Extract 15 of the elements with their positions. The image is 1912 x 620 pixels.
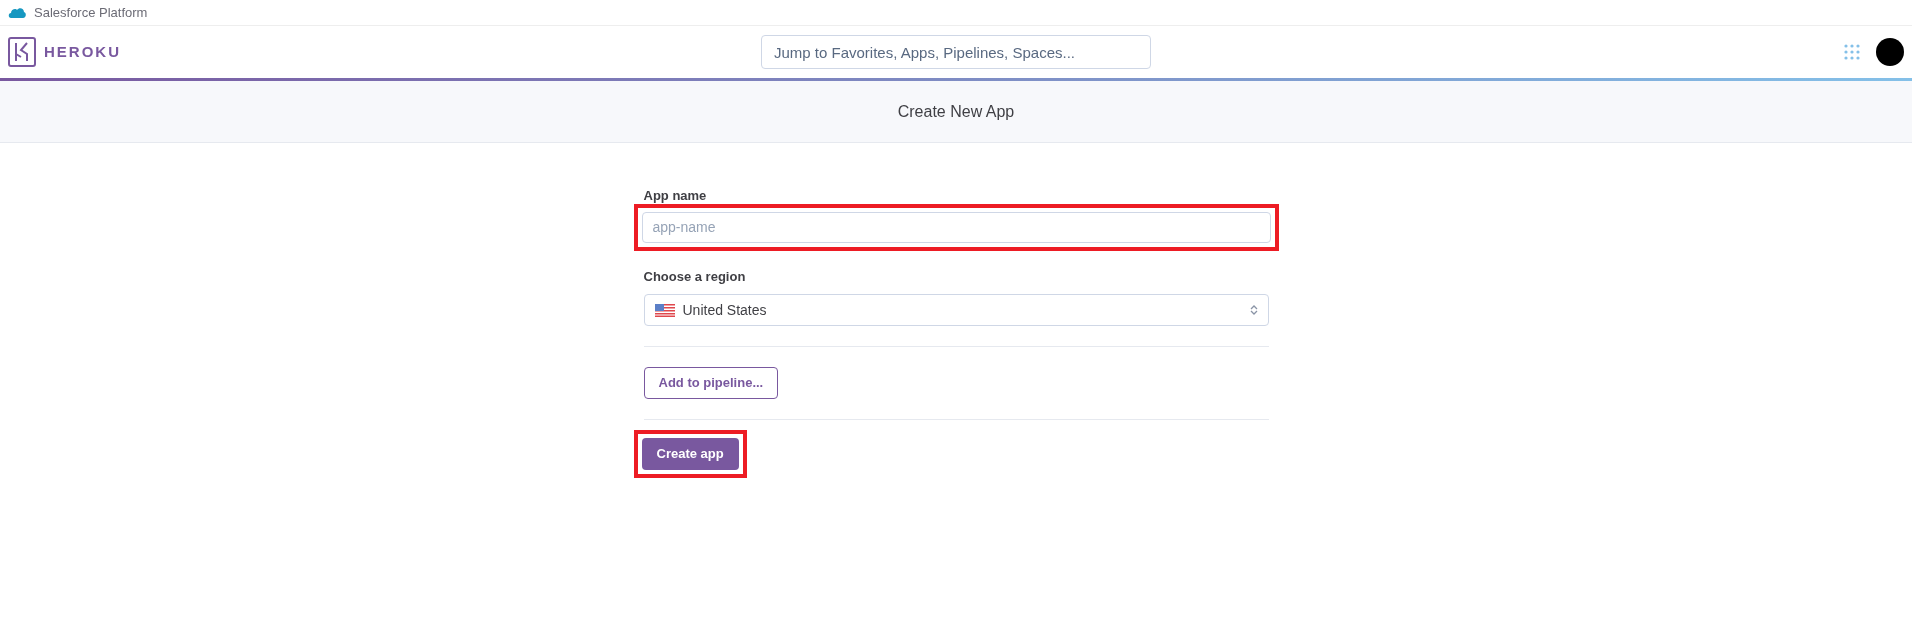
field-label: Choose a region <box>643 267 747 286</box>
app-name-field[interactable]: app-name <box>641 211 1271 243</box>
avatar[interactable] <box>1876 38 1904 66</box>
page-title: Create New App <box>897 101 1015 122</box>
logo-icon <box>8 37 36 67</box>
add-to-pipeline-button[interactable]: Add to pipeline... <box>643 367 779 399</box>
search-field[interactable]: Jump to Favorites, Apps, Pipelines, Spaces... <box>761 35 1151 69</box>
cloud-icon <box>8 6 26 19</box>
brand-name[interactable]: HEROKU <box>44 40 121 64</box>
region-select[interactable]: United States <box>643 294 1269 326</box>
platform-label: Salesforce Platform <box>34 3 148 22</box>
field-label: App name <box>643 187 708 205</box>
flag-icon <box>654 303 675 317</box>
chevron-icon <box>1249 304 1258 316</box>
create-app-button[interactable]: Create app <box>641 438 739 470</box>
